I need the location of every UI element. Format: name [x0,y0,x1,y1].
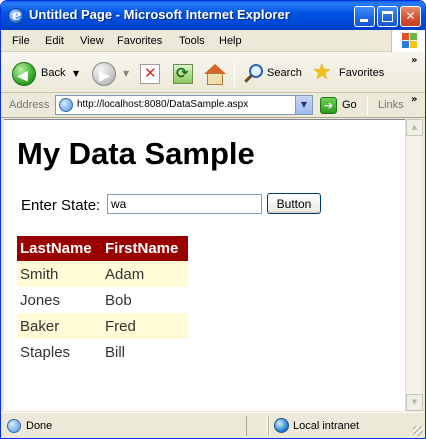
maximize-button[interactable] [377,6,398,27]
page-heading: My Data Sample [17,136,255,171]
menu-tools[interactable]: Tools [179,35,205,47]
table-row: Baker Fred [17,313,188,339]
status-text: Done [26,420,53,432]
security-zone: Local intranet [293,420,360,432]
menu-view[interactable]: View [80,35,104,47]
cell-lastname: Staples [20,343,71,361]
column-header-lastname: LastName [17,236,102,261]
cell-firstname: Bob [105,291,132,309]
table-row: Jones Bob [17,287,188,313]
cell-lastname: Smith [17,261,102,287]
home-icon-body [207,73,223,85]
forward-button[interactable]: ▶ [92,62,116,86]
maximize-icon [382,11,393,22]
toolbar-separator [234,60,235,88]
forward-dropdown-icon[interactable]: ▼ [123,69,129,78]
cell-firstname: Fred [102,313,188,339]
refresh-button[interactable]: ⟳ [173,64,193,84]
vertical-scrollbar[interactable]: ▲ ▼ [405,119,423,411]
search-label[interactable]: Search [267,67,302,79]
minimize-icon [360,19,368,22]
links-button[interactable]: Links [378,99,404,111]
favorites-label[interactable]: Favorites [339,67,384,79]
back-arrow-icon: ◀ [17,68,28,84]
menu-help[interactable]: Help [219,35,242,47]
scroll-up-icon[interactable]: ▲ [406,119,423,136]
menu-file[interactable]: File [12,35,30,47]
resize-grip[interactable] [413,426,423,436]
status-bar: Done Local intranet [1,412,425,438]
title-bar[interactable]: Untitled Page - Microsoft Internet Explo… [1,1,425,30]
cell-lastname: Baker [17,313,102,339]
search-handle [244,74,253,83]
data-grid: LastName FirstName Smith Adam Jones Bob … [17,236,188,365]
address-bar: Address http://localhost:8080/DataSample… [1,93,425,118]
go-button[interactable]: Go [342,99,357,111]
close-button[interactable]: ✕ [400,6,421,27]
back-button[interactable]: ◀ [12,62,36,86]
forward-arrow-icon: ▶ [99,68,110,84]
standard-toolbar: ◀ Back ▼ ▶ ▼ ✕ ⟳ Search ★ Favorites » [1,52,425,93]
address-url[interactable]: http://localhost:8080/DataSample.aspx [77,99,248,110]
menu-favorites[interactable]: Favorites [117,35,162,47]
home-button[interactable] [203,63,227,87]
links-separator [367,96,368,115]
refresh-icon: ⟳ [176,64,189,82]
windows-flag-icon [402,33,418,48]
header-row: LastName FirstName [17,236,188,261]
browser-window: Untitled Page - Microsoft Internet Explo… [0,0,426,439]
page-icon [59,98,73,112]
internet-explorer-icon [8,6,24,24]
back-label[interactable]: Back [41,67,65,79]
minimize-button[interactable] [354,6,375,27]
address-input[interactable]: http://localhost:8080/DataSample.aspx ▼ [55,95,313,115]
page-content: My Data Sample Enter State: Button LastN… [4,119,405,411]
state-label: Enter State: [21,197,101,214]
window-title: Untitled Page - Microsoft Internet Explo… [29,7,290,22]
table-row: Staples Bill [17,339,188,365]
scroll-down-icon[interactable]: ▼ [406,394,423,411]
windows-logo [391,30,425,52]
favorites-star-icon[interactable]: ★ [312,60,332,85]
stop-icon: ✕ [144,64,157,82]
column-header-firstname: FirstName [102,236,188,261]
status-pane [246,416,268,436]
menu-bar: File Edit View Favorites Tools Help [1,30,425,52]
back-dropdown-icon[interactable]: ▼ [73,69,79,78]
status-pane [268,416,270,436]
intranet-zone-icon [274,418,289,433]
address-label: Address [9,99,50,111]
close-icon: ✕ [405,9,416,23]
menu-edit[interactable]: Edit [45,35,64,47]
address-dropdown-icon[interactable]: ▼ [295,96,312,114]
toolbar-overflow-icon[interactable]: » [411,55,417,66]
search-icon[interactable] [243,63,265,85]
submit-button[interactable]: Button [267,193,321,214]
state-input[interactable] [107,194,262,214]
cell-firstname: Adam [102,261,188,287]
table-row: Smith Adam [17,261,188,287]
go-arrow-icon[interactable]: ➔ [320,97,337,114]
cell-lastname: Jones [20,291,61,309]
stop-button[interactable]: ✕ [140,64,160,84]
cell-firstname: Bill [105,343,126,361]
links-overflow-icon[interactable]: » [411,94,417,105]
page-status-icon [7,419,21,433]
